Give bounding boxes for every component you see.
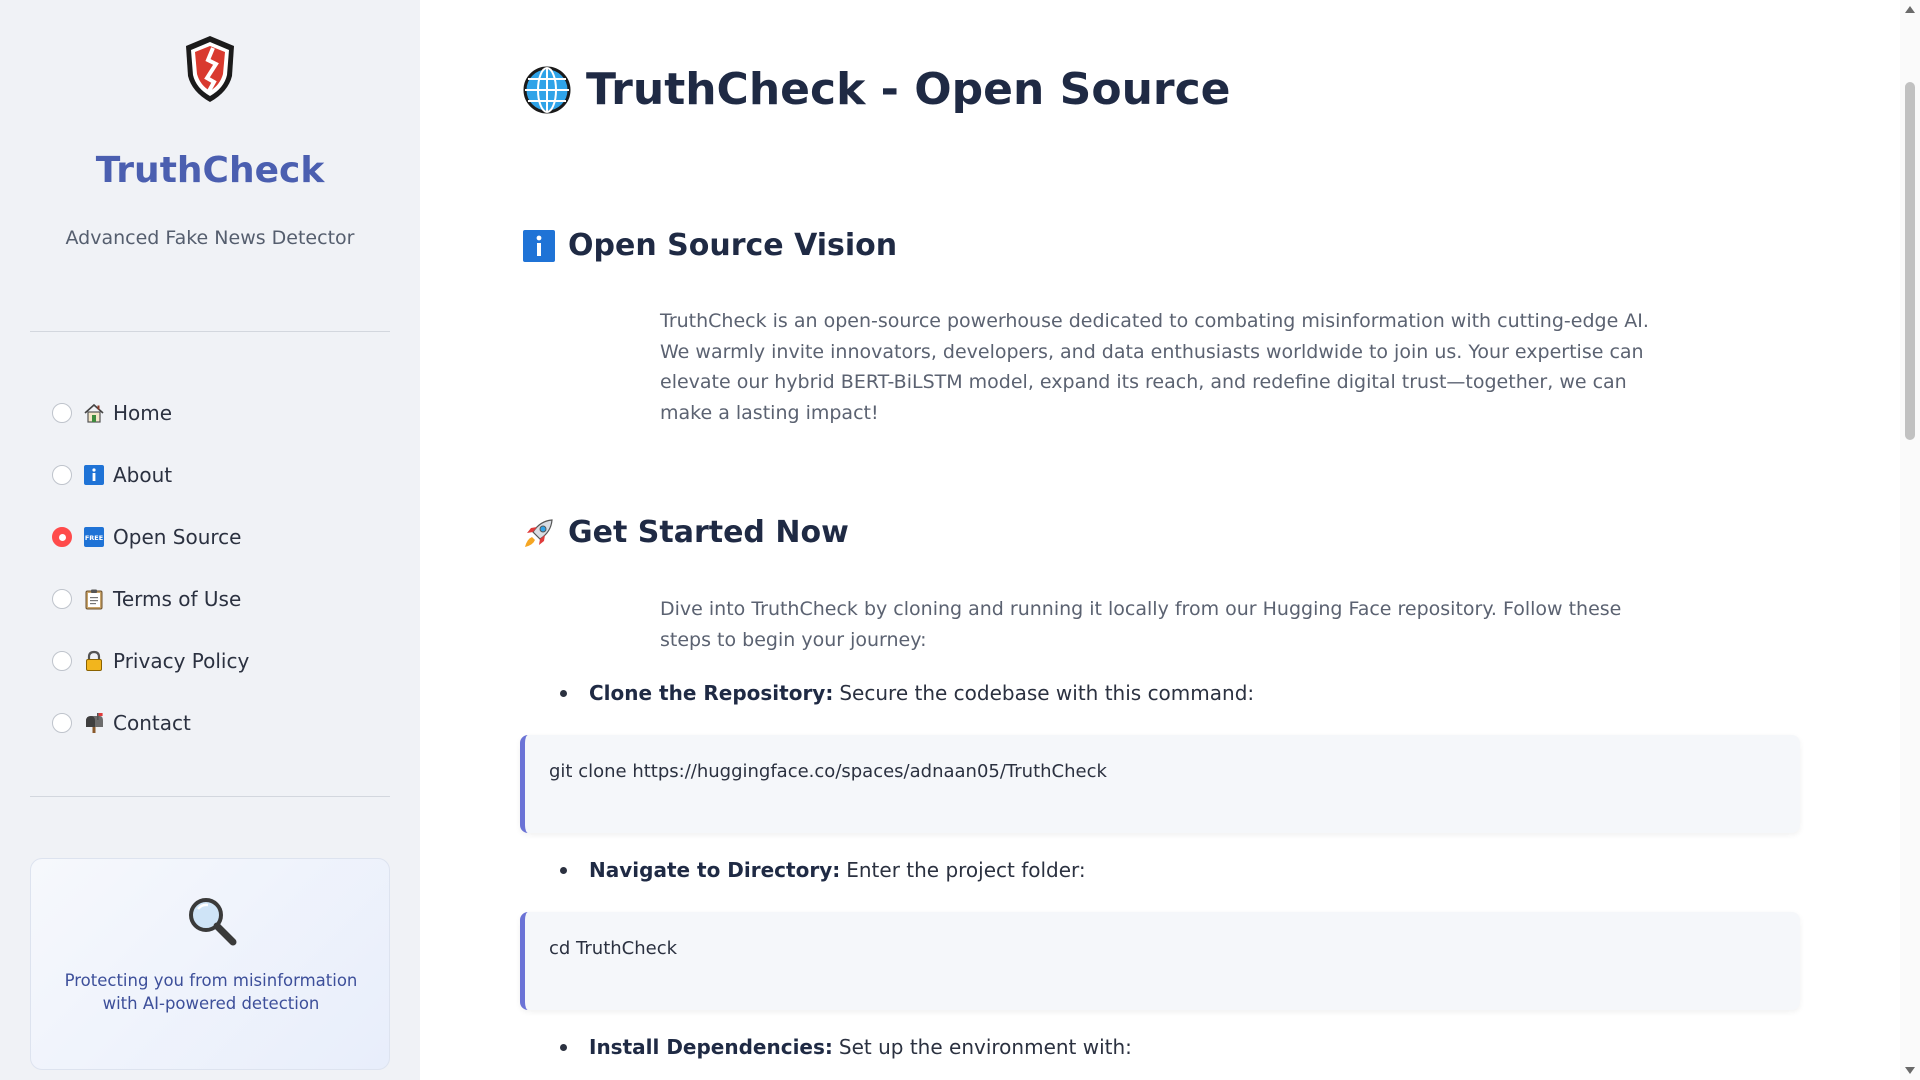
magnifying-glass-icon [189,898,237,946]
vision-paragraph: TruthCheck is an open-source powerhouse … [660,310,1649,424]
sidebar-item-label: Open Source [113,525,242,549]
bullet-dot [560,1043,567,1051]
sidebar-item-open-source[interactable]: FREE Open Source [52,506,392,568]
radio-contact[interactable] [52,713,72,733]
sidebar-item-terms[interactable]: Terms of Use [52,568,392,630]
sidebar-divider-bottom [30,796,390,797]
radio-open-source[interactable] [52,527,72,547]
sidebar-item-home[interactable]: Home [52,382,392,444]
sidebar-item-about[interactable]: About [52,444,392,506]
info-icon [523,229,555,262]
sidebar-item-label: Terms of Use [113,587,242,611]
scroll-up-arrow-icon[interactable] [1905,6,1915,13]
step-title: Clone the Repository: [589,681,834,705]
svg-text:FREE: FREE [85,534,103,542]
section-heading-get-started: Get Started Now [522,515,849,550]
section-heading-vision: Open Source Vision [522,228,897,263]
sidebar: TruthCheck Advanced Fake News Detector H… [0,0,420,1080]
scroll-thumb[interactable] [1905,82,1915,440]
bullet-dot [560,866,567,874]
section-heading-text: Get Started Now [568,515,849,550]
code-block-navigate[interactable]: cd TruthCheck [520,912,1800,1010]
code-block-clone[interactable]: git clone https://huggingface.co/spaces/… [520,735,1800,833]
step-title: Navigate to Directory: [589,858,841,882]
sidebar-item-contact[interactable]: Contact [52,692,392,754]
rocket-icon [525,518,553,547]
sidebar-item-label: Home [113,401,173,425]
lock-icon [86,650,102,671]
mailbox-icon [86,713,103,733]
info-icon [84,465,104,485]
globe-icon [523,66,571,113]
page-title: TruthCheck - Open Source [522,64,1231,115]
step-clone: Clone the Repository: Secure the codebas… [560,681,1254,705]
free-icon: FREE [84,527,104,547]
sidebar-item-privacy[interactable]: Privacy Policy [52,630,392,692]
step-navigate: Navigate to Directory: Enter the project… [560,858,1086,882]
sidebar-info-card: Protecting you from misinformation with … [30,858,390,1070]
house-icon [84,403,104,423]
sidebar-item-label: Contact [113,711,191,735]
shield-logo-icon [186,36,234,102]
app-window: TruthCheck Advanced Fake News Detector H… [0,0,1920,1080]
sidebar-item-label: About [113,463,173,487]
radio-terms[interactable] [52,589,72,609]
step-desc: Secure the codebase with this command: [839,681,1255,705]
bullet-dot [560,689,567,697]
vertical-scrollbar[interactable] [1900,0,1920,1080]
sidebar-divider-top [30,331,390,332]
scroll-down-arrow-icon[interactable] [1905,1067,1915,1074]
brand-tagline: Advanced Fake News Detector [65,227,355,249]
step-desc: Enter the project folder: [846,858,1086,882]
page-title-text: TruthCheck - Open Source [586,64,1231,115]
step-title: Install Dependencies: [589,1035,833,1059]
brand-title: TruthCheck [95,150,325,191]
radio-home[interactable] [52,403,72,423]
radio-about[interactable] [52,465,72,485]
section-heading-text: Open Source Vision [568,228,898,263]
step-desc: Set up the environment with: [838,1035,1132,1059]
main-content: TruthCheck - Open Source Open Source Vis… [420,0,1900,1080]
clipboard-icon [85,589,103,610]
step-install: Install Dependencies: Set up the environ… [560,1035,1132,1059]
sidebar-item-label: Privacy Policy [113,649,250,673]
radio-privacy[interactable] [52,651,72,671]
get-started-paragraph: Dive into TruthCheck by cloning and runn… [660,598,1622,651]
sidebar-nav: Home About FREE Open Source Terms of Use… [52,382,392,754]
sidebar-card-text: Protecting you from misinformation with … [64,971,358,1013]
